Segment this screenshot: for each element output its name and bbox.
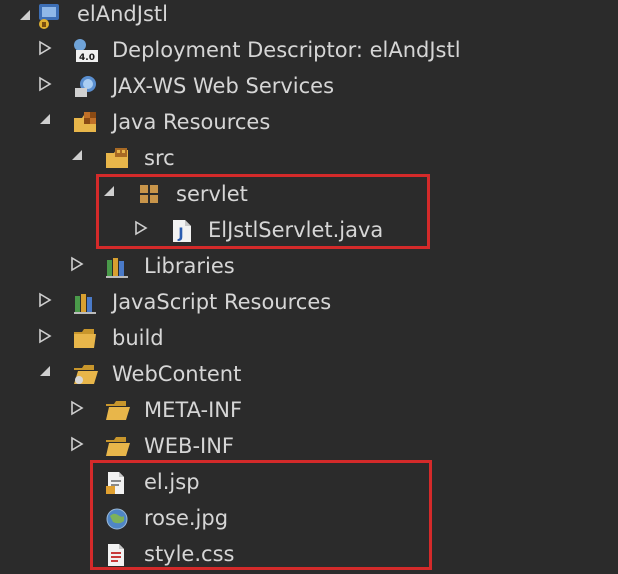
tree-item-meta-inf[interactable]: META-INF	[0, 392, 618, 428]
expanded-arrow-icon[interactable]	[38, 112, 54, 132]
java-file-icon: J	[170, 218, 196, 242]
tree-item-label: style.css	[144, 542, 235, 566]
collapsed-arrow-icon[interactable]	[38, 292, 54, 312]
tree-item-web-inf[interactable]: WEB-INF	[0, 428, 618, 464]
folder-icon	[104, 434, 130, 458]
tree-item-label: build	[112, 326, 164, 350]
tree-item-label: JavaScript Resources	[112, 290, 332, 314]
tree-item-label: elAndJstl	[77, 2, 168, 26]
tree-item-elandjstl[interactable]: elAndJstl	[0, 0, 618, 36]
package-icon	[136, 182, 162, 206]
expanded-arrow-icon[interactable]	[102, 184, 118, 204]
tree-item-rose-jpg[interactable]: rose.jpg	[0, 500, 618, 536]
project-explorer-tree: elAndJstl 4.0 Deployment Descriptor: elA…	[0, 0, 618, 574]
collapsed-arrow-icon[interactable]	[38, 40, 54, 60]
javascript-resources-icon	[72, 290, 98, 314]
tree-item-java-resources[interactable]: Java Resources	[0, 104, 618, 140]
libraries-icon	[104, 254, 130, 278]
tree-item-label: META-INF	[144, 398, 243, 422]
expanded-arrow-icon[interactable]	[18, 8, 34, 28]
collapsed-arrow-icon[interactable]	[70, 400, 86, 420]
collapsed-arrow-icon[interactable]	[70, 436, 86, 456]
tree-item-label: WebContent	[112, 362, 242, 386]
tree-item-libraries[interactable]: Libraries	[0, 248, 618, 284]
tree-item-label: Libraries	[144, 254, 235, 278]
collapsed-arrow-icon[interactable]	[38, 76, 54, 96]
expanded-arrow-icon[interactable]	[38, 364, 54, 384]
web-project-icon	[36, 2, 62, 29]
tree-item-eljstlservlet-java[interactable]: J ElJstlServlet.java	[0, 212, 618, 248]
web-folder-icon	[72, 362, 98, 386]
svg-text:J: J	[177, 226, 183, 242]
tree-item-label: src	[144, 146, 175, 170]
image-file-icon	[104, 506, 130, 530]
tree-item-label: servlet	[176, 182, 248, 206]
tree-item-el-jsp[interactable]: el.jsp	[0, 464, 618, 500]
tree-item-src[interactable]: src	[0, 140, 618, 176]
tree-item-label: JAX-WS Web Services	[112, 74, 335, 98]
jsp-file-icon	[104, 470, 130, 494]
tree-item-label: el.jsp	[144, 470, 200, 494]
tree-item-webcontent[interactable]: WebContent	[0, 356, 618, 392]
tree-item-label: rose.jpg	[144, 506, 229, 530]
web-services-icon	[72, 74, 98, 98]
tree-item-jax-ws-web-services[interactable]: JAX-WS Web Services	[0, 68, 618, 104]
collapsed-arrow-icon[interactable]	[134, 220, 150, 240]
collapsed-arrow-icon[interactable]	[70, 256, 86, 276]
source-folder-icon	[104, 146, 130, 170]
tree-item-label: Deployment Descriptor: elAndJstl	[112, 38, 461, 62]
folder-icon	[104, 398, 130, 422]
tree-item-label: ElJstlServlet.java	[208, 218, 384, 242]
java-resources-icon	[72, 110, 98, 134]
css-file-icon	[104, 542, 130, 566]
tree-item-javascript-resources[interactable]: JavaScript Resources	[0, 284, 618, 320]
tree-item-label: Java Resources	[112, 110, 271, 134]
tree-item-style-css[interactable]: style.css	[0, 536, 618, 572]
tree-item-servlet[interactable]: servlet	[0, 176, 618, 212]
collapsed-arrow-icon[interactable]	[38, 328, 54, 348]
tree-item-build[interactable]: build	[0, 320, 618, 356]
tree-item-deployment-descriptor[interactable]: 4.0 Deployment Descriptor: elAndJstl	[0, 32, 618, 68]
deployment-descriptor-icon: 4.0	[72, 38, 98, 63]
svg-text:4.0: 4.0	[79, 53, 95, 63]
tree-item-label: WEB-INF	[144, 434, 234, 458]
expanded-arrow-icon[interactable]	[70, 148, 86, 168]
folder-icon	[72, 326, 98, 350]
